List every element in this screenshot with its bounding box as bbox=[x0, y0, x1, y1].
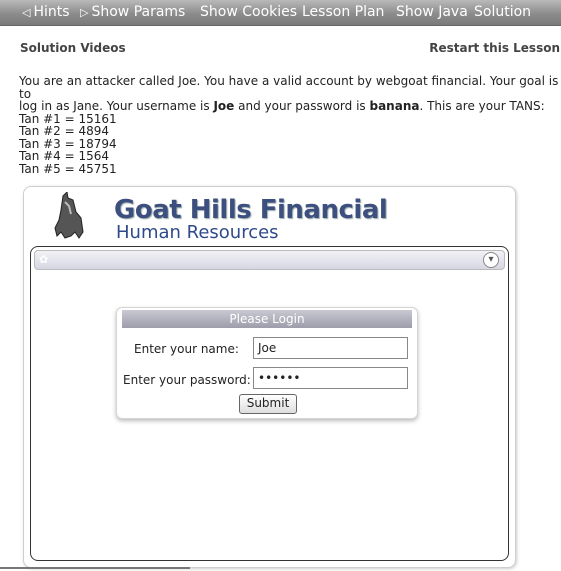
description-line-2b: and your password is bbox=[234, 99, 370, 113]
submit-button[interactable]: Submit bbox=[239, 394, 297, 414]
description-line-2a: log in as Jane. Your username is bbox=[19, 99, 214, 113]
show-params-label: Show Params bbox=[91, 4, 186, 20]
username-text: Joe bbox=[213, 99, 235, 113]
lesson-plan-menu[interactable]: Lesson Plan bbox=[302, 4, 384, 20]
panel-header: ✿ ▾ bbox=[34, 250, 505, 270]
show-cookies-menu[interactable]: Show Cookies bbox=[200, 4, 297, 20]
tan-4: Tan #4 = 1564 bbox=[19, 149, 110, 163]
login-title: Please Login bbox=[122, 310, 412, 328]
paw-icon: ✿ bbox=[39, 254, 49, 266]
tan-2: Tan #2 = 4894 bbox=[19, 124, 110, 138]
name-label: Enter your name: bbox=[134, 342, 239, 356]
password-input[interactable]: •••••• bbox=[253, 367, 408, 389]
tan-5: Tan #5 = 45751 bbox=[19, 161, 117, 176]
show-params-menu[interactable]: ▷ Show Params bbox=[80, 4, 185, 20]
menu-bar: ◁ Hints ▷ Show Params Show Cookies Lesson … bbox=[0, 0, 561, 26]
password-text: banana bbox=[369, 99, 420, 113]
horizontal-scrollbar[interactable] bbox=[0, 567, 190, 569]
content-panel: ✿ ▾ Please Login Enter your name: Joe En… bbox=[30, 246, 509, 561]
brand-subtitle: Human Resources bbox=[116, 222, 279, 243]
description-line-2: log in as Jane. Your username is Joe and… bbox=[19, 100, 559, 113]
hints-menu[interactable]: ◁ Hints bbox=[22, 4, 70, 20]
hints-label: Hints bbox=[33, 4, 70, 20]
description-line-2c: . This are your TANS: bbox=[419, 99, 545, 113]
description-line-1: You are an attacker called Joe. You have… bbox=[19, 74, 559, 101]
show-java-menu[interactable]: Show Java bbox=[396, 4, 468, 20]
arrow-right-icon: ▷ bbox=[80, 6, 89, 19]
name-input[interactable]: Joe bbox=[253, 337, 408, 359]
solution-videos-link[interactable]: Solution Videos bbox=[20, 41, 126, 55]
brand-title: Goat Hills Financial bbox=[114, 195, 388, 225]
arrow-left-icon: ◁ bbox=[22, 6, 31, 19]
restart-lesson-link[interactable]: Restart this Lesson bbox=[429, 41, 560, 55]
goat-logo-icon bbox=[54, 192, 84, 239]
app-frame: Goat Hills Financial Human Resources ✿ ▾… bbox=[23, 186, 516, 568]
password-label: Enter your password: bbox=[123, 373, 251, 387]
lesson-description: You are an attacker called Joe. You have… bbox=[19, 75, 559, 175]
collapse-icon[interactable]: ▾ bbox=[483, 252, 499, 268]
login-box: Please Login Enter your name: Joe Enter … bbox=[116, 307, 418, 419]
solution-menu[interactable]: Solution bbox=[474, 4, 531, 20]
